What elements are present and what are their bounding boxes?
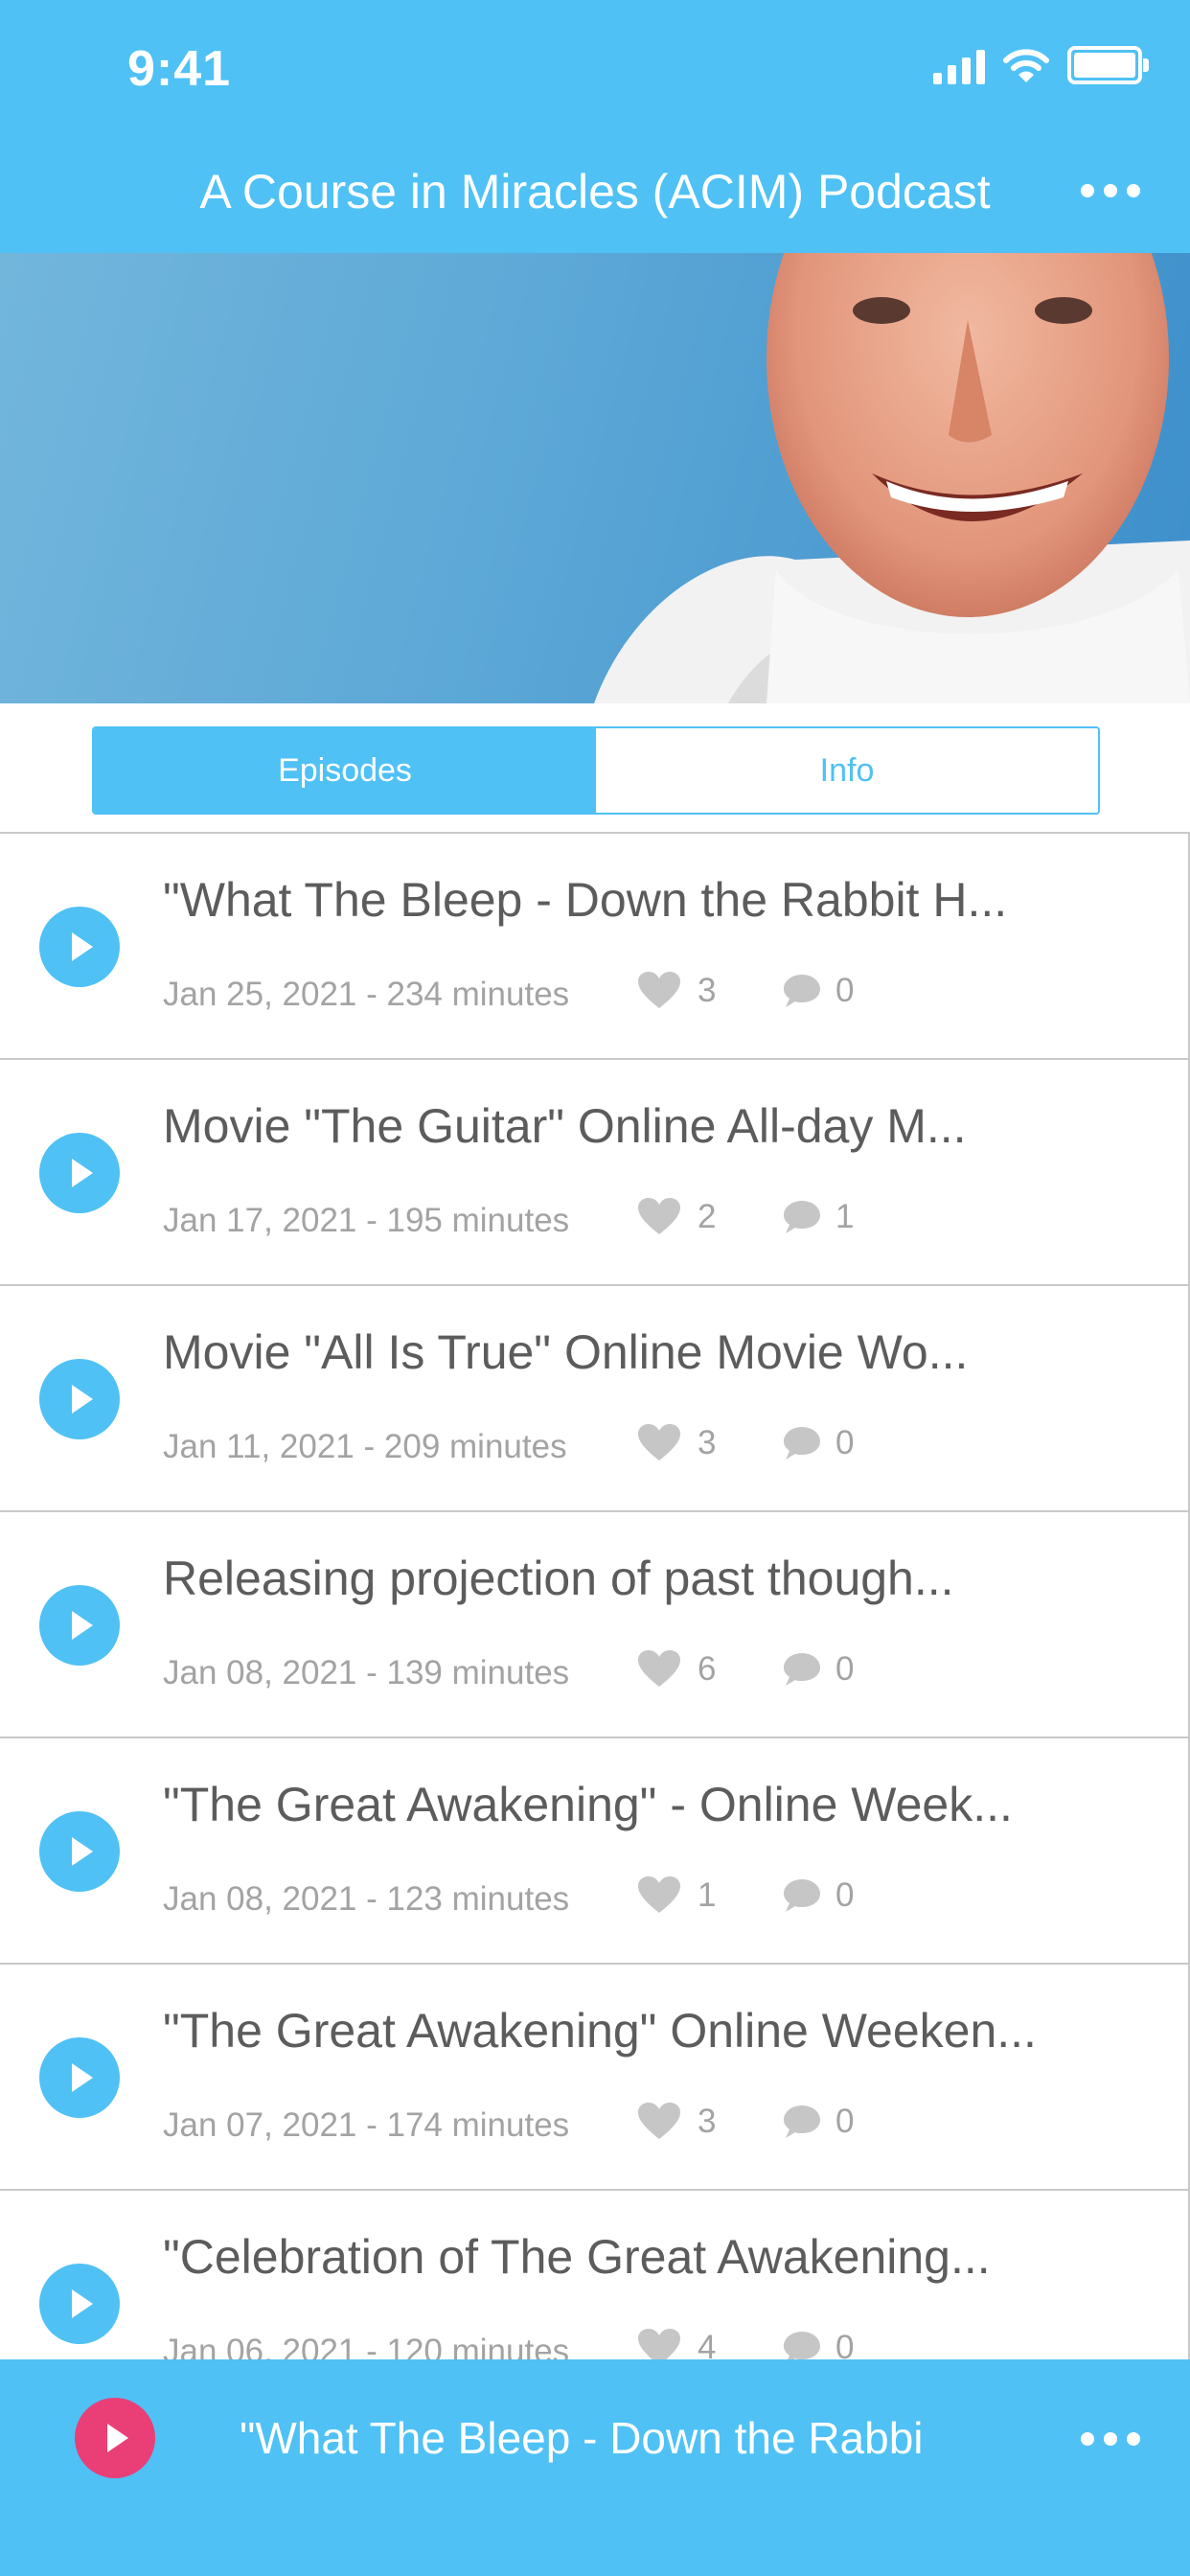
comments[interactable]: 0 bbox=[782, 1650, 854, 1689]
likes[interactable]: 3 bbox=[638, 2103, 716, 2141]
comment-icon bbox=[784, 1201, 820, 1233]
episode-title: Movie "The Guitar" Online All-day M... bbox=[163, 1099, 967, 1153]
list-item[interactable]: Movie "The Guitar" Online All-day M... J… bbox=[0, 1060, 1188, 1286]
list-item[interactable]: "The Great Awakening" Online Weeken... J… bbox=[0, 1965, 1188, 2191]
list-item[interactable]: Movie "All Is True" Online Movie Wo... J… bbox=[0, 1286, 1188, 1512]
play-icon[interactable] bbox=[39, 1811, 120, 1892]
likes-count: 4 bbox=[698, 2329, 717, 2359]
episode-title: Releasing projection of past though... bbox=[163, 1552, 954, 1605]
status-time: 9:41 bbox=[127, 41, 232, 97]
likes[interactable]: 1 bbox=[638, 1876, 716, 1915]
comments-count: 0 bbox=[835, 2103, 855, 2140]
list-item[interactable]: "The Great Awakening" - Online Week... J… bbox=[0, 1738, 1188, 1965]
likes[interactable]: 2 bbox=[638, 1198, 716, 1236]
comments-count: 0 bbox=[835, 972, 855, 1009]
likes[interactable]: 4 bbox=[638, 2329, 716, 2359]
player-title: "What The Bleep - Down the Rabbi bbox=[240, 2413, 924, 2463]
comments-count: 0 bbox=[835, 2329, 855, 2359]
comment-icon bbox=[784, 1879, 820, 1912]
play-icon[interactable] bbox=[39, 907, 120, 987]
comments-count: 0 bbox=[835, 1424, 855, 1461]
likes-count: 6 bbox=[698, 1650, 717, 1688]
top-bar: 9:41 A Course in Miracles (ACIM) Podcast bbox=[0, 0, 1190, 253]
heart-icon bbox=[638, 1424, 680, 1460]
heart-icon bbox=[638, 1198, 680, 1234]
comments[interactable]: 0 bbox=[782, 1424, 854, 1462]
list-item[interactable]: "What The Bleep - Down the Rabbit H... J… bbox=[0, 834, 1188, 1060]
likes-count: 2 bbox=[698, 1198, 717, 1235]
likes-count: 1 bbox=[698, 1876, 717, 1914]
play-icon[interactable] bbox=[39, 1585, 120, 1666]
signal-icon bbox=[933, 48, 985, 84]
heart-icon bbox=[638, 2329, 680, 2359]
heart-icon bbox=[638, 1650, 680, 1687]
likes-count: 3 bbox=[698, 1424, 717, 1461]
episode-meta: Jan 25, 2021 - 234 minutes bbox=[163, 976, 570, 1013]
episode-meta: Jan 08, 2021 - 123 minutes bbox=[163, 1880, 570, 1918]
play-icon[interactable] bbox=[39, 1133, 120, 1213]
more-options-icon[interactable] bbox=[1081, 184, 1140, 197]
heart-icon bbox=[638, 2103, 680, 2139]
comment-icon bbox=[784, 975, 820, 1007]
episode-meta: Jan 07, 2021 - 174 minutes bbox=[163, 2106, 570, 2144]
play-icon[interactable] bbox=[39, 2264, 120, 2344]
page-title: A Course in Miracles (ACIM) Podcast bbox=[199, 165, 991, 218]
battery-icon bbox=[1067, 46, 1149, 84]
segmented-control: Episodes Info bbox=[92, 726, 1100, 815]
episode-meta: Jan 06, 2021 - 120 minutes bbox=[163, 2333, 570, 2359]
comments-count: 1 bbox=[835, 1198, 855, 1235]
comments[interactable]: 0 bbox=[782, 972, 854, 1010]
wifi-icon bbox=[1003, 49, 1049, 82]
status-icons bbox=[933, 46, 1149, 84]
comment-icon bbox=[784, 1653, 820, 1686]
likes[interactable]: 3 bbox=[638, 972, 716, 1010]
comments-count: 0 bbox=[835, 1876, 855, 1914]
episode-meta: Jan 08, 2021 - 139 minutes bbox=[163, 1654, 570, 1691]
comments[interactable]: 1 bbox=[782, 1198, 854, 1236]
comment-icon bbox=[784, 2332, 820, 2359]
heart-icon bbox=[638, 972, 680, 1008]
play-icon[interactable] bbox=[39, 1359, 120, 1439]
likes-count: 3 bbox=[698, 2103, 717, 2140]
episode-title: "What The Bleep - Down the Rabbit H... bbox=[163, 873, 1008, 927]
player-more-icon[interactable] bbox=[1081, 2432, 1140, 2446]
podcast-cover-image bbox=[0, 253, 1190, 703]
likes[interactable]: 6 bbox=[638, 1650, 716, 1689]
mini-player[interactable]: "What The Bleep - Down the Rabbi bbox=[0, 2359, 1190, 2576]
tab-episodes[interactable]: Episodes bbox=[94, 728, 596, 813]
comment-icon bbox=[784, 1427, 820, 1460]
likes-count: 3 bbox=[698, 972, 717, 1009]
episode-title: Movie "All Is True" Online Movie Wo... bbox=[163, 1325, 969, 1379]
comments[interactable]: 0 bbox=[782, 1876, 854, 1915]
comments[interactable]: 0 bbox=[782, 2329, 854, 2359]
likes[interactable]: 3 bbox=[638, 1424, 716, 1462]
list-item[interactable]: "Celebration of The Great Awakening... J… bbox=[0, 2191, 1188, 2359]
episode-meta: Jan 11, 2021 - 209 minutes bbox=[163, 1428, 567, 1465]
comments-count: 0 bbox=[835, 1650, 855, 1688]
episode-title: "The Great Awakening" - Online Week... bbox=[163, 1778, 1013, 1831]
episode-title: "The Great Awakening" Online Weeken... bbox=[163, 2004, 1037, 2058]
tab-info[interactable]: Info bbox=[596, 728, 1098, 813]
heart-icon bbox=[638, 1876, 680, 1913]
comment-icon bbox=[784, 2105, 820, 2138]
comments[interactable]: 0 bbox=[782, 2103, 854, 2141]
player-play-icon[interactable] bbox=[75, 2398, 155, 2478]
episode-meta: Jan 17, 2021 - 195 minutes bbox=[163, 1202, 570, 1239]
list-item[interactable]: Releasing projection of past though... J… bbox=[0, 1512, 1188, 1738]
episode-title: "Celebration of The Great Awakening... bbox=[163, 2230, 991, 2284]
play-icon[interactable] bbox=[39, 2037, 120, 2118]
episode-list: "What The Bleep - Down the Rabbit H... J… bbox=[0, 834, 1190, 2359]
